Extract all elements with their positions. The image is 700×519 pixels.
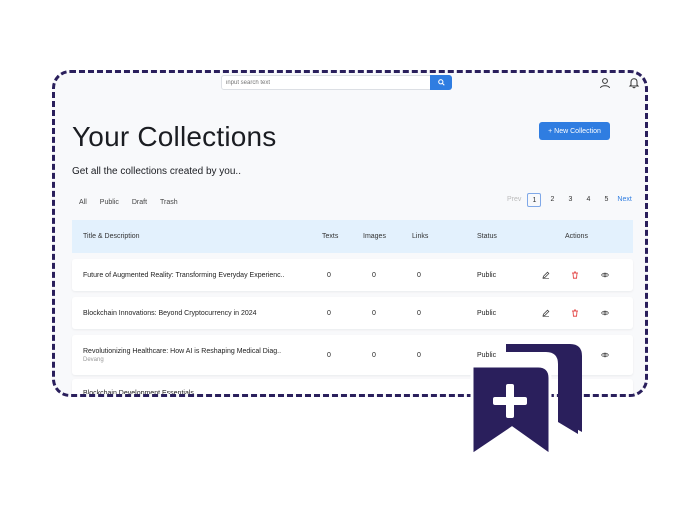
page-4[interactable]: 4 [581,193,595,207]
header-status: Status [477,233,497,240]
page-5[interactable]: 5 [599,193,613,207]
row-texts: 0 [327,351,331,359]
search-icon [437,79,445,86]
page-2[interactable]: 2 [545,193,559,207]
header-title: Title & Description [83,233,140,240]
pagination: Prev 1 2 3 4 5 Next [507,193,636,207]
row-texts: 0 [327,309,331,317]
row-title-cell: Blockchain Development Essentials [83,377,194,395]
search-bar [221,75,453,90]
page-subtitle: Get all the collections created by you.. [72,166,241,177]
filter-trash[interactable]: Trash [160,199,178,206]
header-links: Links [412,233,429,240]
table-header: Title & Description Texts Images Links S… [72,220,633,253]
filter-draft[interactable]: Draft [132,199,147,206]
pagination-prev[interactable]: Prev [507,193,521,207]
row-links: 0 [417,271,421,279]
row-images: 0 [372,271,376,279]
search-button[interactable] [430,75,452,90]
row-texts: 0 [327,271,331,279]
header-texts: Texts [322,233,339,240]
trash-icon[interactable] [571,271,579,279]
filter-all[interactable]: All [79,199,87,206]
row-images: 0 [372,309,376,317]
page-1[interactable]: 1 [527,193,542,207]
bell-icon[interactable] [628,77,640,89]
page-title: Your Collections [72,121,277,152]
filter-public[interactable]: Public [100,199,119,206]
row-title[interactable]: Blockchain Innovations: Beyond Cryptocur… [83,310,257,317]
bookmark-add-icon [470,344,582,458]
row-status: Public [477,271,497,279]
search-input[interactable] [221,75,431,90]
row-images: 0 [372,351,376,359]
row-title[interactable]: Future of Augmented Reality: Transformin… [83,272,285,279]
row-title[interactable]: Blockchain Development Essentials [83,390,194,395]
header-images: Images [363,233,386,240]
row-author: Devang [83,356,104,363]
eye-icon[interactable] [601,271,609,279]
header-actions: Actions [565,233,588,240]
eye-icon[interactable] [601,351,609,359]
table-row[interactable]: Future of Augmented Reality: Transformin… [72,259,633,291]
pagination-next[interactable]: Next [617,193,631,207]
row-title[interactable]: Revolutionizing Healthcare: How AI is Re… [83,348,281,355]
filter-tabs: All Public Draft Trash [79,199,178,206]
row-title-cell: Blockchain Innovations: Beyond Cryptocur… [83,297,257,329]
row-title-cell: Future of Augmented Reality: Transformin… [83,259,285,291]
edit-icon[interactable] [542,271,550,279]
user-icon[interactable] [599,77,611,89]
new-collection-button[interactable]: + New Collection [539,122,610,140]
eye-icon[interactable] [601,309,609,317]
page-3[interactable]: 3 [563,193,577,207]
row-title-cell: Revolutionizing Healthcare: How AI is Re… [83,335,281,375]
